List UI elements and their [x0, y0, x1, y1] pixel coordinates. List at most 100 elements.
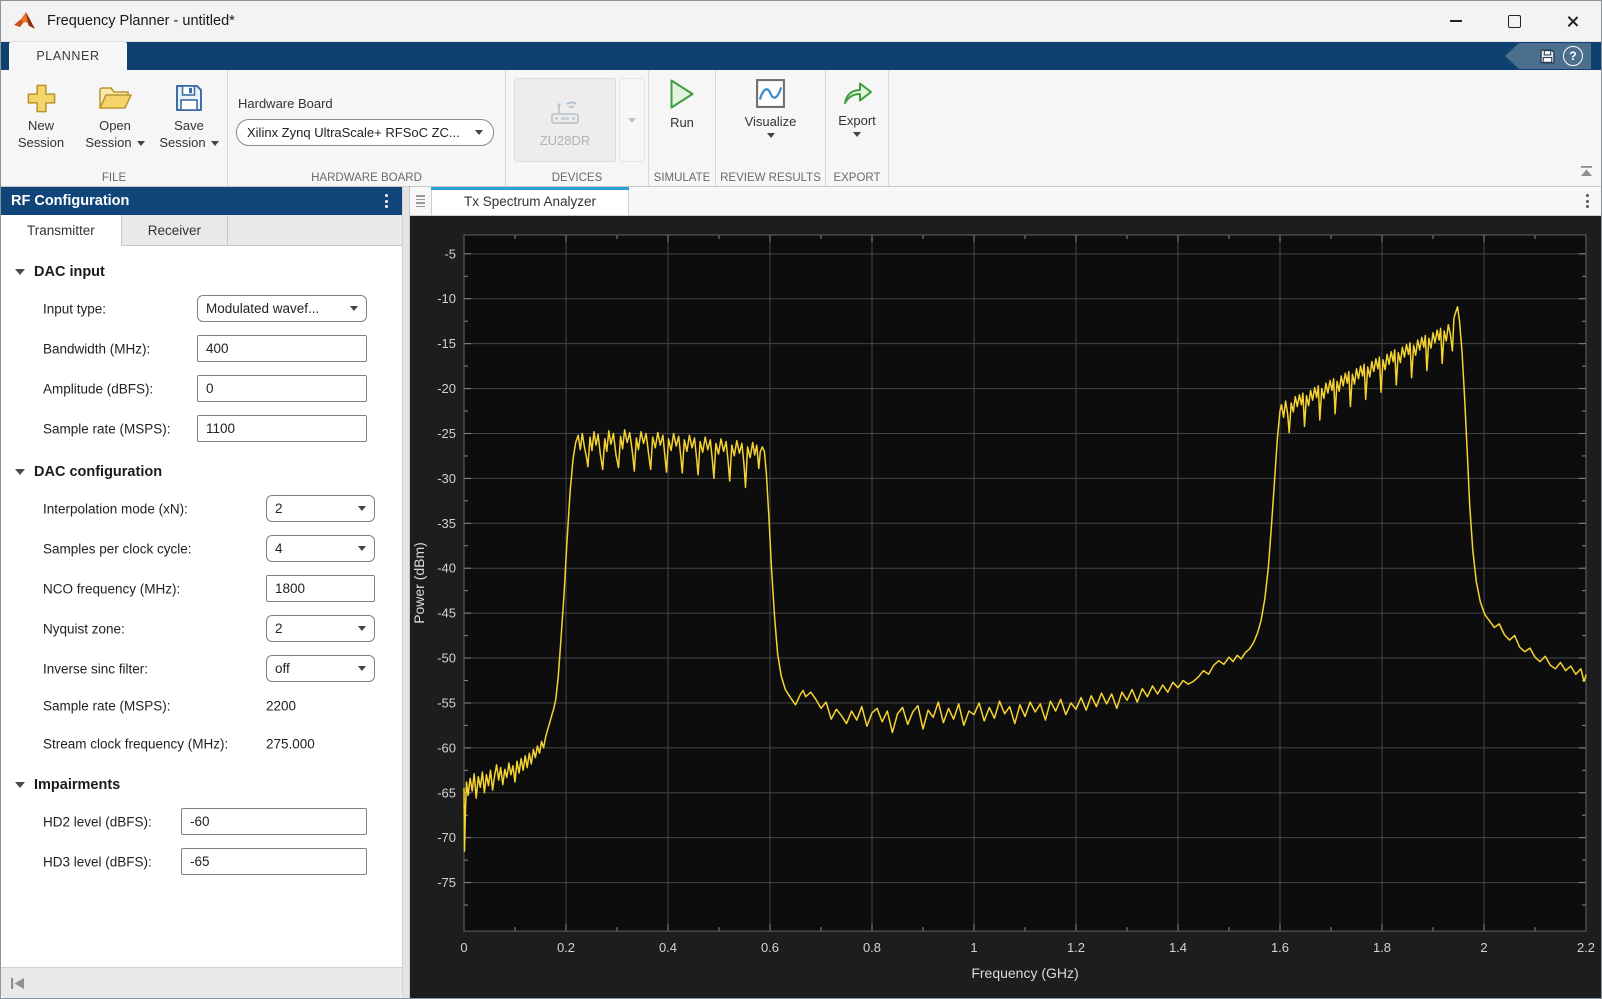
tab-transmitter[interactable]: Transmitter: [1, 215, 122, 246]
svg-text:2: 2: [1480, 940, 1487, 955]
chevron-down-icon: [628, 117, 636, 123]
svg-text:Power (dBm): Power (dBm): [411, 542, 427, 624]
nyquist-zone-dropdown[interactable]: 2: [266, 615, 375, 642]
new-session-button[interactable]: New Session: [5, 76, 77, 186]
ribbon: New Session Open Session Save Session FI…: [1, 70, 1601, 187]
svg-text:-60: -60: [437, 740, 456, 755]
save-session-button[interactable]: Save Session: [153, 76, 225, 186]
app-window: Frequency Planner - untitled* PLANNER ?: [0, 0, 1602, 999]
window-title: Frequency Planner - untitled*: [47, 13, 235, 29]
svg-text:-10: -10: [437, 291, 456, 306]
spectrum-panel: Tx Spectrum Analyzer 0 0.2 0.4 0.6 0.8 1 1.2 1.…: [410, 187, 1601, 998]
spectrum-plot-svg[interactable]: 0 0.2 0.4 0.6 0.8 1 1.2 1.4 1.6 1.8 2 2.2 -5 -10 -15 -2…: [410, 216, 1601, 998]
title-bar: Frequency Planner - untitled*: [1, 1, 1601, 42]
bandwidth-field[interactable]: [197, 335, 367, 362]
run-icon: [670, 79, 694, 109]
run-button[interactable]: Run: [649, 70, 715, 130]
device-zu28dr-button[interactable]: ZU28DR: [514, 78, 616, 162]
section-label-export: EXPORT: [833, 172, 881, 184]
amplitude-field[interactable]: [197, 375, 367, 402]
matlab-logo-icon: [14, 12, 35, 29]
hd2-level-field[interactable]: [181, 808, 367, 835]
svg-text:-50: -50: [437, 651, 456, 666]
inverse-sinc-dropdown[interactable]: off: [266, 655, 375, 682]
svg-text:-70: -70: [437, 830, 456, 845]
row-hd2-level: HD2 level (dBFS):: [1, 808, 402, 835]
section-label-review-results: REVIEW RESULTS: [720, 172, 821, 184]
svg-text:-5: -5: [444, 246, 456, 261]
maximize-button[interactable]: [1485, 1, 1543, 41]
transmitter-form: DAC input Input type: Modulated wavef...…: [1, 246, 402, 967]
hardware-board-select[interactable]: Xilinx Zynq UltraScale+ RFSoC ZC...: [236, 119, 494, 146]
quick-save-button[interactable]: [1539, 48, 1556, 65]
chevron-down-icon: [358, 626, 366, 631]
document-menu-kebab-icon[interactable]: [1582, 190, 1593, 212]
chevron-down-icon: [358, 506, 366, 511]
ribbon-section-simulate: Run SIMULATE: [649, 70, 716, 186]
collapse-panel-button[interactable]: [10, 977, 25, 990]
svg-text:1: 1: [970, 940, 977, 955]
nco-frequency-field[interactable]: [266, 575, 375, 602]
svg-text:-55: -55: [437, 695, 456, 710]
chevron-down-icon: [475, 130, 483, 135]
main-area: RF Configuration Transmitter Receiver DA…: [1, 187, 1601, 998]
row-samples-per-clock: Samples per clock cycle: 4: [1, 535, 402, 562]
svg-text:-65: -65: [437, 785, 456, 800]
interpolation-mode-dropdown[interactable]: 2: [266, 495, 375, 522]
panel-bottom-bar: [1, 967, 402, 998]
svg-text:-75: -75: [437, 875, 456, 890]
device-dropdown-button[interactable]: [619, 78, 645, 162]
svg-text:1.2: 1.2: [1067, 940, 1085, 955]
section-dac-configuration[interactable]: DAC configuration: [15, 464, 402, 480]
tab-receiver[interactable]: Receiver: [122, 215, 229, 245]
save-session-icon: [174, 78, 204, 118]
chevron-down-icon: [358, 666, 366, 671]
section-label-hardware-board: HARDWARE BOARD: [311, 172, 422, 184]
svg-text:0: 0: [460, 940, 467, 955]
chevron-down-icon: [350, 306, 358, 311]
help-button[interactable]: ?: [1563, 46, 1583, 66]
device-icon: [551, 101, 579, 124]
svg-text:0.6: 0.6: [761, 940, 779, 955]
svg-text:1.8: 1.8: [1373, 940, 1391, 955]
visualize-icon: [756, 79, 785, 108]
rf-configuration-panel: RF Configuration Transmitter Receiver DA…: [1, 187, 402, 998]
section-dac-input[interactable]: DAC input: [15, 264, 402, 280]
collapse-ribbon-button[interactable]: [1580, 164, 1593, 182]
open-session-button[interactable]: Open Session: [79, 76, 151, 186]
svg-text:1.4: 1.4: [1169, 940, 1187, 955]
row-amplitude: Amplitude (dBFS):: [1, 375, 402, 402]
ribbon-section-devices: ZU28DR DEVICES: [506, 70, 649, 186]
collapse-ribbon-icon: [1581, 166, 1592, 176]
save-session-dropdown-icon: [210, 140, 219, 146]
svg-text:0.8: 0.8: [863, 940, 881, 955]
svg-text:-20: -20: [437, 381, 456, 396]
hd3-level-field[interactable]: [181, 848, 367, 875]
svg-text:-35: -35: [437, 516, 456, 531]
close-button[interactable]: [1543, 1, 1601, 41]
input-type-dropdown[interactable]: Modulated wavef...: [197, 295, 367, 322]
tab-tx-spectrum-analyzer[interactable]: Tx Spectrum Analyzer: [431, 187, 630, 215]
samples-per-clock-dropdown[interactable]: 4: [266, 535, 375, 562]
row-interpolation-mode: Interpolation mode (xN): 2: [1, 495, 402, 522]
panel-menu-kebab-icon[interactable]: [381, 190, 392, 212]
row-sample-rate-input: Sample rate (MSPS):: [1, 415, 402, 442]
visualize-dropdown-icon: [766, 133, 775, 138]
panel-splitter[interactable]: [402, 187, 410, 998]
svg-text:2.2: 2.2: [1577, 940, 1595, 955]
export-dropdown-icon: [853, 132, 861, 137]
ribbon-section-review-results: Visualize REVIEW RESULTS: [716, 70, 826, 186]
tab-drag-grip-icon[interactable]: [416, 195, 425, 207]
svg-text:-40: -40: [437, 561, 456, 576]
section-impairments[interactable]: Impairments: [15, 777, 402, 793]
export-button[interactable]: Export: [826, 70, 888, 137]
ribbon-section-file: New Session Open Session Save Session FI…: [1, 70, 228, 186]
svg-text:0.4: 0.4: [659, 940, 677, 955]
stream-clock-value: 275.000: [266, 736, 315, 752]
sample-rate-field[interactable]: [197, 415, 367, 442]
minimize-button[interactable]: [1427, 1, 1485, 41]
row-stream-clock: Stream clock frequency (MHz): 275.000: [43, 736, 315, 752]
svg-text:0.2: 0.2: [557, 940, 575, 955]
visualize-button[interactable]: Visualize: [716, 70, 825, 138]
tab-planner[interactable]: PLANNER: [9, 42, 127, 70]
